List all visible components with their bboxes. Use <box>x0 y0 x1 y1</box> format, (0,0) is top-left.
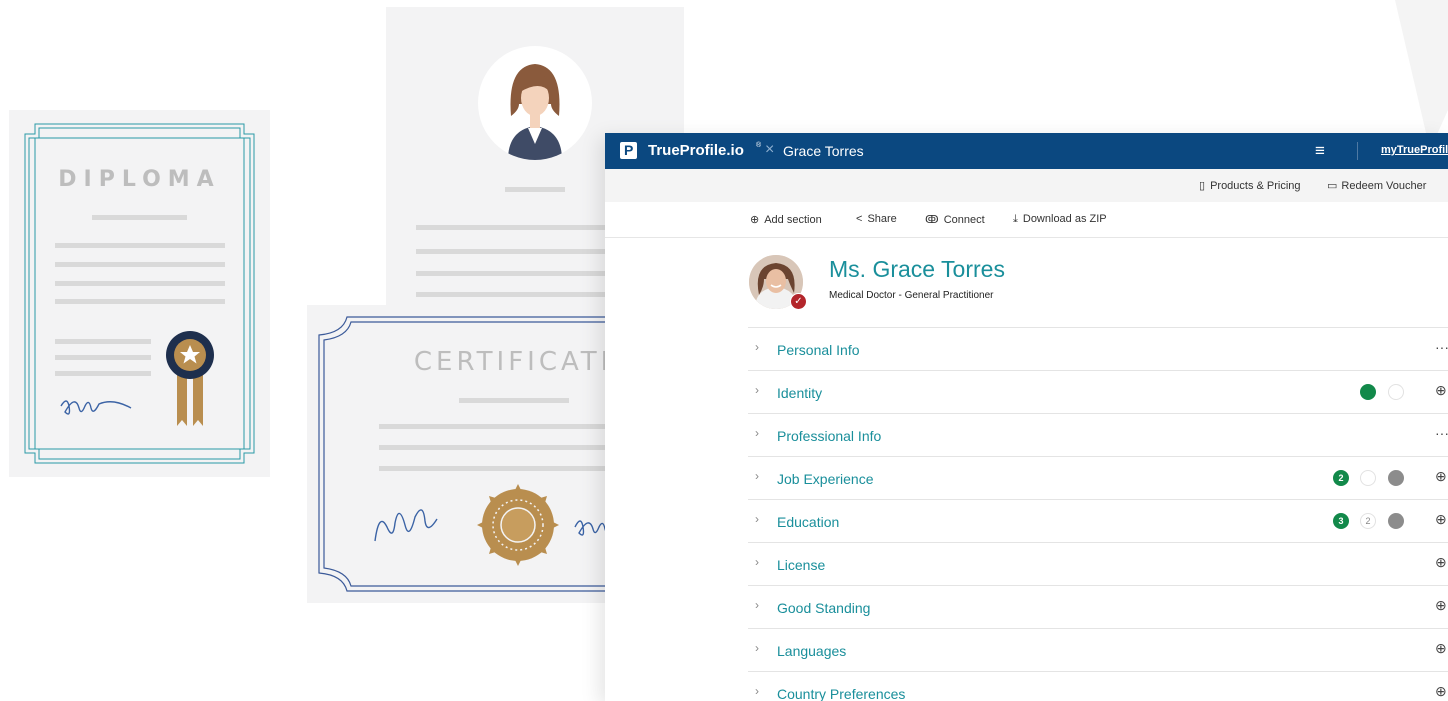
section-label: Country Preferences <box>777 686 906 701</box>
add-section-label: Add section <box>764 214 822 226</box>
download-zip-button[interactable]: ⤓ Download as ZIP <box>1013 213 1107 226</box>
chevron-right-icon: › <box>755 512 759 526</box>
redeem-voucher-label: Redeem Voucher <box>1341 180 1427 192</box>
section-label: Professional Info <box>777 428 882 444</box>
placeholder-line <box>505 187 565 192</box>
award-ribbon-icon <box>166 331 214 426</box>
chevron-right-icon: › <box>755 598 759 612</box>
placeholder-line <box>55 262 225 267</box>
section-label: Good Standing <box>777 600 871 616</box>
gold-seal-icon <box>477 484 559 566</box>
more-options-icon[interactable]: ··· <box>1435 339 1448 355</box>
section-label: Identity <box>777 385 823 401</box>
section-row-job-experience[interactable]: › Job Experience 2 ⊕ <box>748 456 1448 499</box>
diploma-frame <box>24 123 255 464</box>
section-row-identity[interactable]: › Identity ⊕ <box>748 370 1448 413</box>
connect-icon: ↂ <box>925 214 939 226</box>
section-label: Job Experience <box>777 471 874 487</box>
download-zip-label: Download as ZIP <box>1022 213 1107 225</box>
chevron-right-icon: › <box>755 684 759 698</box>
trueprofile-app-window: TrueProfile.io ® × Grace Torres ≡ myTrue… <box>605 133 1448 701</box>
share-icon: < <box>856 213 863 225</box>
connect-label: Connect <box>943 214 985 226</box>
status-indicator-empty <box>1360 470 1376 486</box>
share-label: Share <box>867 213 897 225</box>
section-row-professional-info[interactable]: › Professional Info ··· <box>748 413 1448 456</box>
placeholder-line <box>55 371 151 376</box>
chevron-right-icon: › <box>755 383 759 397</box>
top-navigation-bar: TrueProfile.io ® × Grace Torres ≡ myTrue… <box>605 133 1448 169</box>
chevron-right-icon: › <box>755 426 759 440</box>
share-button[interactable]: < Share <box>856 213 897 225</box>
redeem-voucher-link[interactable]: ▭ Redeem Voucher <box>1327 179 1426 192</box>
download-icon: ⤓ <box>1013 213 1018 225</box>
diploma-title: DIPLOMA <box>58 167 221 192</box>
section-row-good-standing[interactable]: › Good Standing ⊕ <box>748 585 1448 628</box>
diploma-illustration: DIPLOMA <box>9 110 270 477</box>
status-indicator-pending <box>1388 470 1404 486</box>
placeholder-line <box>459 398 569 403</box>
hamburger-menu-icon[interactable]: ≡ <box>1315 141 1325 161</box>
trueprofile-logo-icon[interactable] <box>620 142 637 159</box>
placeholder-line <box>55 339 151 344</box>
chevron-right-icon: › <box>755 340 759 354</box>
profile-toolbar: ⊕ Add section < Share ↂ Connect ⤓ Download a… <box>605 202 1448 238</box>
chevron-right-icon: › <box>755 641 759 655</box>
brand-separator: × <box>765 141 775 158</box>
placeholder-line <box>92 215 187 220</box>
plus-circle-icon: ⊕ <box>750 214 760 226</box>
profile-title: Medical Doctor - General Practitioner <box>829 290 994 301</box>
placeholder-line <box>55 243 225 248</box>
chevron-right-icon: › <box>755 469 759 483</box>
add-section-button[interactable]: ⊕ Add section <box>750 213 822 226</box>
section-row-license[interactable]: › License ⊕ <box>748 542 1448 585</box>
add-item-icon[interactable]: ⊕ <box>1435 640 1447 657</box>
section-label: Languages <box>777 643 847 659</box>
add-item-icon[interactable]: ⊕ <box>1435 468 1447 485</box>
brand-name[interactable]: TrueProfile.io <box>648 142 744 159</box>
decorative-stripe <box>1395 0 1448 150</box>
add-item-icon[interactable]: ⊕ <box>1435 382 1447 399</box>
profile-sections-list: › Personal Info ··· › Identity ⊕ › Profe… <box>748 327 1448 701</box>
chevron-right-icon: › <box>755 555 759 569</box>
placeholder-line <box>55 355 151 360</box>
status-indicator-pending <box>1388 513 1404 529</box>
status-indicator-verified <box>1360 384 1376 400</box>
add-item-icon[interactable]: ⊕ <box>1435 597 1447 614</box>
products-pricing-link[interactable]: ▯ Products & Pricing <box>1199 179 1301 192</box>
section-row-personal-info[interactable]: › Personal Info ··· <box>748 327 1448 370</box>
section-label: Education <box>777 514 840 530</box>
section-row-country-preferences[interactable]: › Country Preferences ⊕ <box>748 671 1448 701</box>
header-user-name: Grace Torres <box>783 143 864 159</box>
voucher-icon: ▭ <box>1327 180 1338 192</box>
connect-button[interactable]: ↂ Connect <box>925 213 985 226</box>
placeholder-line <box>55 281 225 286</box>
divider <box>1357 142 1358 160</box>
add-item-icon[interactable]: ⊕ <box>1435 554 1447 571</box>
profile-name: Ms. Grace Torres <box>829 256 1005 282</box>
products-pricing-label: Products & Pricing <box>1210 180 1301 192</box>
add-item-icon[interactable]: ⊕ <box>1435 511 1447 528</box>
add-item-icon[interactable]: ⊕ <box>1435 683 1447 700</box>
more-options-icon[interactable]: ··· <box>1435 425 1448 441</box>
placeholder-line <box>55 299 225 304</box>
section-label: License <box>777 557 826 573</box>
secondary-nav-bar: ▯ Products & Pricing ▭ Redeem Voucher <box>605 169 1448 202</box>
in-progress-count-badge: 2 <box>1360 513 1376 529</box>
section-row-education[interactable]: › Education 3 2 ⊕ <box>748 499 1448 542</box>
section-row-languages[interactable]: › Languages ⊕ <box>748 628 1448 671</box>
registered-mark: ® <box>756 142 762 149</box>
person-avatar-icon <box>478 46 592 160</box>
verified-count-badge: 2 <box>1333 470 1349 486</box>
verified-count-badge: 3 <box>1333 513 1349 529</box>
section-label: Personal Info <box>777 342 860 358</box>
verified-badge-icon: ✓ <box>790 293 807 310</box>
bookmark-icon: ▯ <box>1199 180 1206 192</box>
status-indicator-empty <box>1388 384 1404 400</box>
my-trueprofile-link[interactable]: myTrueProfil <box>1381 144 1448 156</box>
